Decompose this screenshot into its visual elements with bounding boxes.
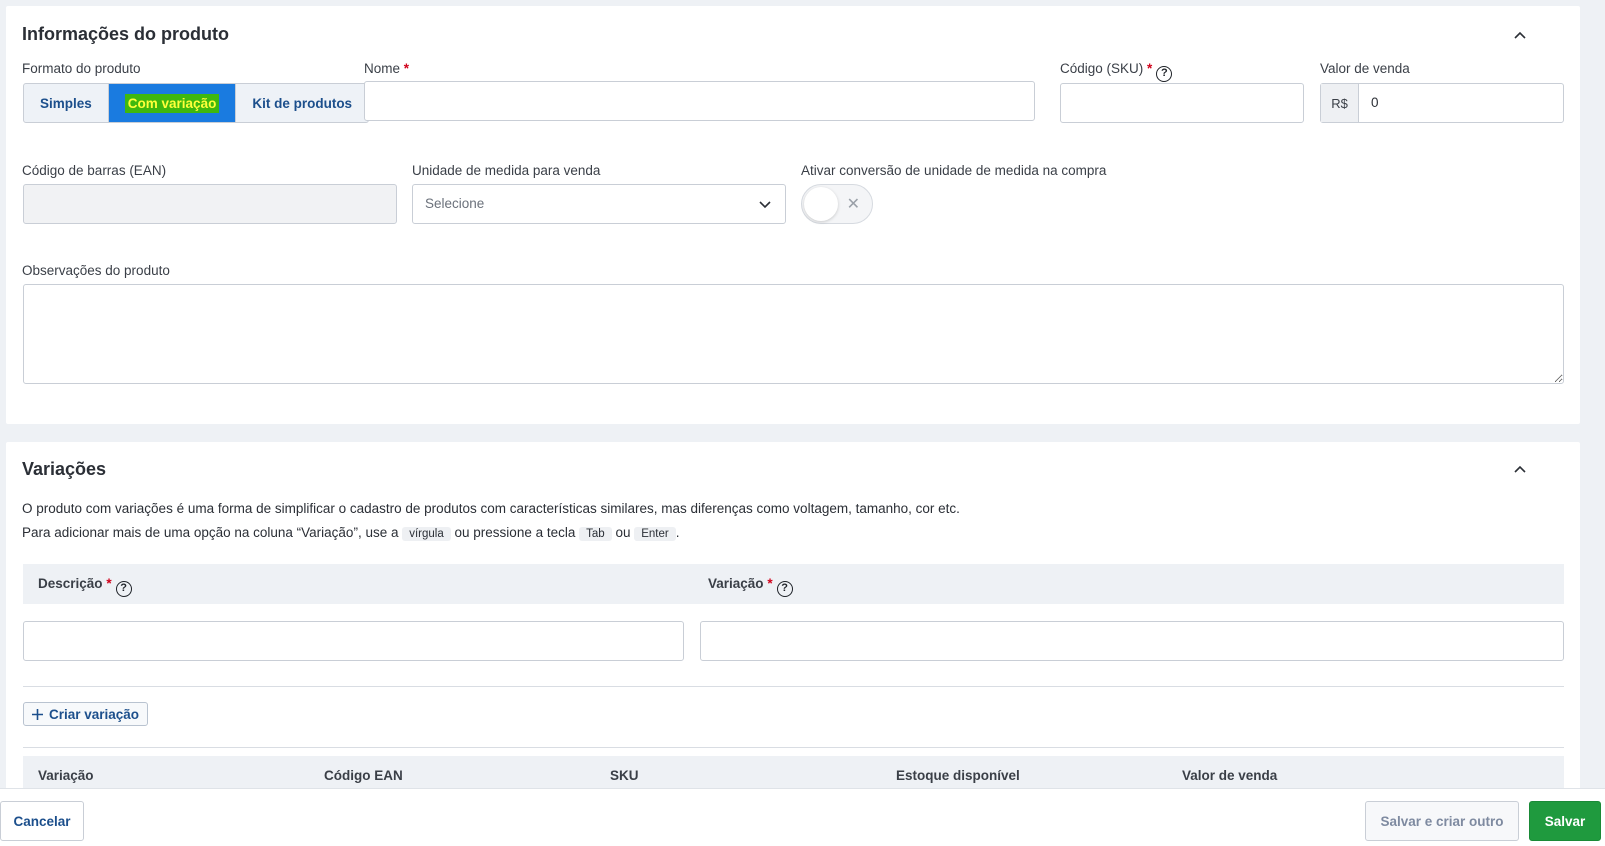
ean-input <box>23 184 397 224</box>
th-sku: SKU <box>610 768 639 783</box>
sale-value-input[interactable]: 0 <box>1371 95 1379 110</box>
th-ean: Código EAN <box>324 768 403 783</box>
product-info-title: Informações do produto <box>22 24 229 44</box>
variations-title: Variações <box>22 459 107 479</box>
collapse-chevron-up-icon[interactable] <box>1514 464 1526 476</box>
key-tab: Tab <box>579 527 612 541</box>
format-label: Formato do produto <box>22 61 141 76</box>
help-icon[interactable]: ? <box>1156 66 1173 82</box>
sale-value-field[interactable]: R$ 0 <box>1320 83 1564 123</box>
cancel-button[interactable]: Cancelar <box>0 801 84 841</box>
toggle-knob <box>804 187 838 221</box>
add-variation-button[interactable]: Criar variação <box>23 702 149 726</box>
notes-label: Observações do produto <box>22 263 170 278</box>
col-variation-header: Variação *? <box>708 576 793 597</box>
unit-label: Unidade de medida para venda <box>412 163 601 178</box>
currency-prefix: R$ <box>1321 84 1359 122</box>
unit-select-placeholder: Selecione <box>425 196 485 211</box>
collapse-chevron-up-icon[interactable] <box>1514 30 1526 42</box>
conversion-label: Ativar conversão de unidade de medida na… <box>801 163 1107 178</box>
format-option-variation-label: Com variação <box>124 93 220 113</box>
variation-inputs-header: Descrição *? Variação *? <box>23 564 1564 604</box>
format-option-variation[interactable]: Com variação <box>108 84 237 122</box>
help-icon[interactable]: ? <box>776 581 793 597</box>
intro-text: ou pressione a tecla <box>454 525 576 540</box>
save-and-new-button[interactable]: Salvar e criar outro <box>1365 801 1519 841</box>
chevron-down-icon <box>759 201 771 209</box>
ean-label: Código de barras (EAN) <box>22 163 167 178</box>
sale-value-label: Valor de venda <box>1320 61 1410 76</box>
intro-text: . <box>675 525 680 540</box>
key-enter: Enter <box>634 527 676 541</box>
divider <box>23 747 1564 748</box>
col-description-header: Descrição *? <box>38 576 132 597</box>
footer-actions: Cancelar Salvar e criar outro Salvar <box>0 788 1605 846</box>
th-sale-value: Valor de venda <box>1182 768 1278 783</box>
col-variation-label: Variação <box>708 576 764 591</box>
help-icon[interactable]: ? <box>115 581 132 597</box>
variations-intro-line2: Para adicionar mais de uma opção na colu… <box>22 525 680 541</box>
divider <box>23 686 1564 687</box>
required-mark: * <box>403 61 410 76</box>
variations-card: Variações O produto com variações é uma … <box>6 442 1580 846</box>
sku-label-text: Código (SKU) <box>1060 61 1144 76</box>
product-info-card: Informações do produto Formato do produt… <box>6 6 1580 424</box>
name-label-text: Nome <box>364 61 401 76</box>
close-icon: ✕ <box>846 196 860 213</box>
notes-textarea[interactable] <box>23 284 1564 384</box>
required-mark: * <box>106 576 112 591</box>
col-description-label: Descrição <box>38 576 103 591</box>
name-input[interactable] <box>364 81 1035 121</box>
variations-intro-line1: O produto com variações é uma forma de s… <box>22 501 960 516</box>
required-mark: * <box>1147 61 1153 76</box>
plus-icon <box>32 708 43 720</box>
key-comma: vírgula <box>402 527 451 541</box>
format-option-kit[interactable]: Kit de produtos <box>236 84 368 122</box>
th-variation: Variação <box>38 768 94 783</box>
variation-input[interactable] <box>700 621 1564 661</box>
name-label: Nome * <box>364 61 409 76</box>
conversion-toggle[interactable]: ✕ <box>801 184 873 224</box>
intro-text: Para adicionar mais de uma opção na colu… <box>22 525 399 540</box>
product-format-segmented: Simples Com variação Kit de produtos <box>23 83 370 123</box>
th-stock: Estoque disponível <box>896 768 1020 783</box>
intro-text: ou <box>615 525 631 540</box>
unit-select[interactable]: Selecione <box>412 184 786 224</box>
description-input[interactable] <box>23 621 684 661</box>
sku-label: Código (SKU) *? <box>1060 61 1173 82</box>
sku-input[interactable] <box>1060 83 1304 123</box>
required-mark: * <box>767 576 773 591</box>
add-variation-label: Criar variação <box>49 706 140 722</box>
save-button[interactable]: Salvar <box>1529 801 1601 841</box>
format-option-simple[interactable]: Simples <box>24 84 109 122</box>
